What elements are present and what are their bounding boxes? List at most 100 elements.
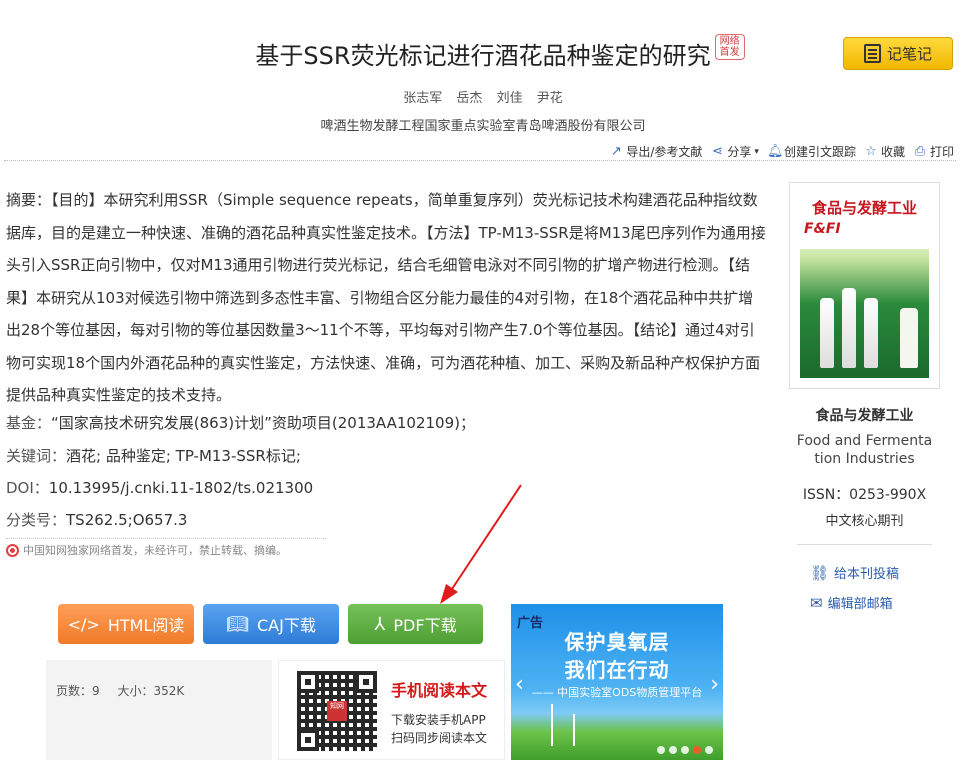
arrow-shaft <box>449 484 522 593</box>
divider <box>797 544 932 545</box>
author-link[interactable]: 刘佳 <box>497 91 523 106</box>
export-label: 导出/参考文献 <box>626 145 703 159</box>
book-icon: 📖︎ <box>226 613 249 635</box>
html-read-button[interactable]: </> HTML阅读 <box>58 604 194 644</box>
article-toolbar: ↗ 导出/参考文献 ⋖ 分享 ▾ 🔔︎ 创建引文跟踪 ☆ 收藏 ⎙ 打印 <box>609 143 954 160</box>
cover-bottle <box>864 298 878 368</box>
doi-row: DOI：10.13995/j.cnki.11-1802/ts.021300 <box>6 477 313 498</box>
page-count: 页数：9 <box>56 684 100 698</box>
keywords-row: 关键词：酒花; 品种鉴定; TP-M13-SSR标记; <box>6 445 301 466</box>
file-size: 大小：352K <box>117 684 185 698</box>
citation-tracking-label: 创建引文跟踪 <box>783 145 856 159</box>
mail-icon: ✉ <box>810 593 823 612</box>
doi-value: 10.13995/j.cnki.11-1802/ts.021300 <box>48 479 314 497</box>
qr-corner <box>297 729 319 751</box>
print-label: 打印 <box>929 145 954 159</box>
cover-title: 食品与发酵工业 <box>811 199 917 217</box>
cover-image: 食品与发酵工业 F&FI <box>800 193 929 378</box>
journal-name[interactable]: 食品与发酵工业 <box>789 405 940 425</box>
editor-email-label: 编辑部邮箱 <box>827 597 893 612</box>
journal-name-en-line2: tion Industries <box>814 451 915 467</box>
carousel-dots <box>657 746 713 754</box>
windmill <box>551 704 553 746</box>
ad-headline-2: 我们在行动 <box>564 658 670 682</box>
article-title: 基于SSR荧光标记进行酒花品种鉴定的研究 网络首发 <box>255 34 745 71</box>
carousel-dot[interactable] <box>681 746 689 754</box>
star-icon: ☆ <box>865 143 877 159</box>
cover-logo: F&FI <box>804 221 841 237</box>
share-label: 分享 <box>727 145 752 159</box>
carousel-dot[interactable] <box>705 746 713 754</box>
pdf-icon: ⅄ <box>374 613 386 635</box>
author-list: 张志军 岳杰 刘佳 尹花 <box>0 87 966 106</box>
submit-manuscript-label: 给本刊投稿 <box>834 567 900 582</box>
cover-bottle <box>900 308 918 368</box>
carousel-dot[interactable] <box>669 746 677 754</box>
mobile-line1: 下载安装手机APP <box>391 713 486 727</box>
printer-icon: ⎙ <box>914 143 926 159</box>
classification-row: 分类号：TS262.5;O657.3 <box>6 509 187 530</box>
cover-bottle <box>820 298 834 368</box>
ad-headline-1: 保护臭氧层 <box>564 630 670 654</box>
pdf-download-button[interactable]: ⅄ PDF下载 <box>348 604 483 644</box>
journal-name-en-line1: Food and Fermenta <box>796 433 933 449</box>
pdf-download-label: PDF下载 <box>393 616 457 635</box>
code-icon: </> <box>67 614 100 634</box>
take-note-button[interactable]: 记笔记 <box>843 37 953 70</box>
ad-subline: —— 中国实验室ODS物质管理平台 <box>531 686 703 699</box>
notebook-icon <box>863 44 881 63</box>
citation-tracking-button[interactable]: 🔔︎ 创建引文跟踪 <box>767 143 856 160</box>
journal-name-en: Food and Fermenta tion Industries <box>789 432 940 468</box>
html-read-label: HTML阅读 <box>107 616 185 635</box>
net-first-badge: 网络首发 <box>714 34 745 60</box>
affiliation-link[interactable]: 啤酒生物发酵工程国家重点实验室青岛啤酒股份有限公司 <box>0 115 966 134</box>
author-link[interactable]: 岳杰 <box>456 91 482 106</box>
doi-label: DOI： <box>6 479 49 497</box>
caj-download-label: CAJ下载 <box>257 616 316 635</box>
mobile-line2: 扫码同步阅读本文 <box>391 731 488 745</box>
journal-issn: ISSN：0253-990X <box>802 487 927 503</box>
author-link[interactable]: 张志军 <box>403 91 442 106</box>
export-icon: ↗ <box>610 143 622 159</box>
fund-value[interactable]: “国家高技术研究发展(863)计划”资助项目(2013AA102109)； <box>51 414 475 432</box>
file-info-panel: 页数：9 大小：352K <box>46 660 272 760</box>
carousel-dot[interactable] <box>657 746 665 754</box>
journal-cover[interactable]: 食品与发酵工业 F&FI <box>789 182 940 389</box>
author-link[interactable]: 尹花 <box>537 91 563 106</box>
divider <box>4 160 956 161</box>
classification-label: 分类号： <box>6 511 67 529</box>
qr-code: 知网 <box>297 671 377 751</box>
mobile-read-title: 手机阅读本文 <box>391 681 488 700</box>
keywords-label: 关键词： <box>6 447 67 465</box>
bell-icon: 🔔︎ <box>766 143 784 159</box>
fund-label: 基金： <box>6 414 52 432</box>
take-note-label: 记笔记 <box>886 45 932 63</box>
chevron-down-icon: ▾ <box>754 146 759 157</box>
journal-core-badge: 中文核心期刊 <box>825 514 904 529</box>
submit-manuscript-link[interactable]: ⛓ 给本刊投稿 <box>810 563 900 583</box>
keywords-value[interactable]: 酒花; 品种鉴定; TP-M13-SSR标记; <box>66 447 301 465</box>
print-button[interactable]: ⎙ 打印 <box>913 143 954 160</box>
export-reference-button[interactable]: ↗ 导出/参考文献 <box>609 143 703 160</box>
favorite-label: 收藏 <box>880 145 905 159</box>
chevron-right-icon[interactable]: › <box>710 672 719 697</box>
classification-value: TS262.5;O657.3 <box>66 511 188 529</box>
qr-corner <box>297 671 319 693</box>
file-info-text: 页数：9 大小：352K <box>56 682 198 699</box>
notice-text: 中国知网独家网络首发，未经许可，禁止转载、摘编。 <box>23 544 287 557</box>
article-title-text: 基于SSR荧光标记进行酒花品种鉴定的研究 <box>255 42 711 70</box>
editor-email-link[interactable]: ✉ 编辑部邮箱 <box>810 593 893 613</box>
chevron-left-icon[interactable]: ‹ <box>515 672 524 697</box>
ad-banner[interactable]: 广告 保护臭氧层 我们在行动 —— 中国实验室ODS物质管理平台 ‹ › <box>511 604 723 760</box>
favorite-button[interactable]: ☆ 收藏 <box>864 143 905 160</box>
carousel-dot-active[interactable] <box>693 746 701 754</box>
windmill <box>573 714 575 746</box>
share-icon: ⋖ <box>711 143 723 159</box>
caj-download-button[interactable]: 📖︎ CAJ下载 <box>203 604 339 644</box>
share-button[interactable]: ⋖ 分享 ▾ <box>710 143 759 160</box>
fund-row: 基金：“国家高技术研究发展(863)计划”资助项目(2013AA102109)； <box>6 412 475 433</box>
copyright-notice: 中国知网独家网络首发，未经许可，禁止转载、摘编。 <box>6 538 326 558</box>
abstract-text: 摘要：【目的】本研究利用SSR（Simple sequence repeats，… <box>6 191 766 404</box>
target-icon <box>6 543 19 557</box>
title-wrap: 基于SSR荧光标记进行酒花品种鉴定的研究 网络首发 <box>0 34 966 71</box>
